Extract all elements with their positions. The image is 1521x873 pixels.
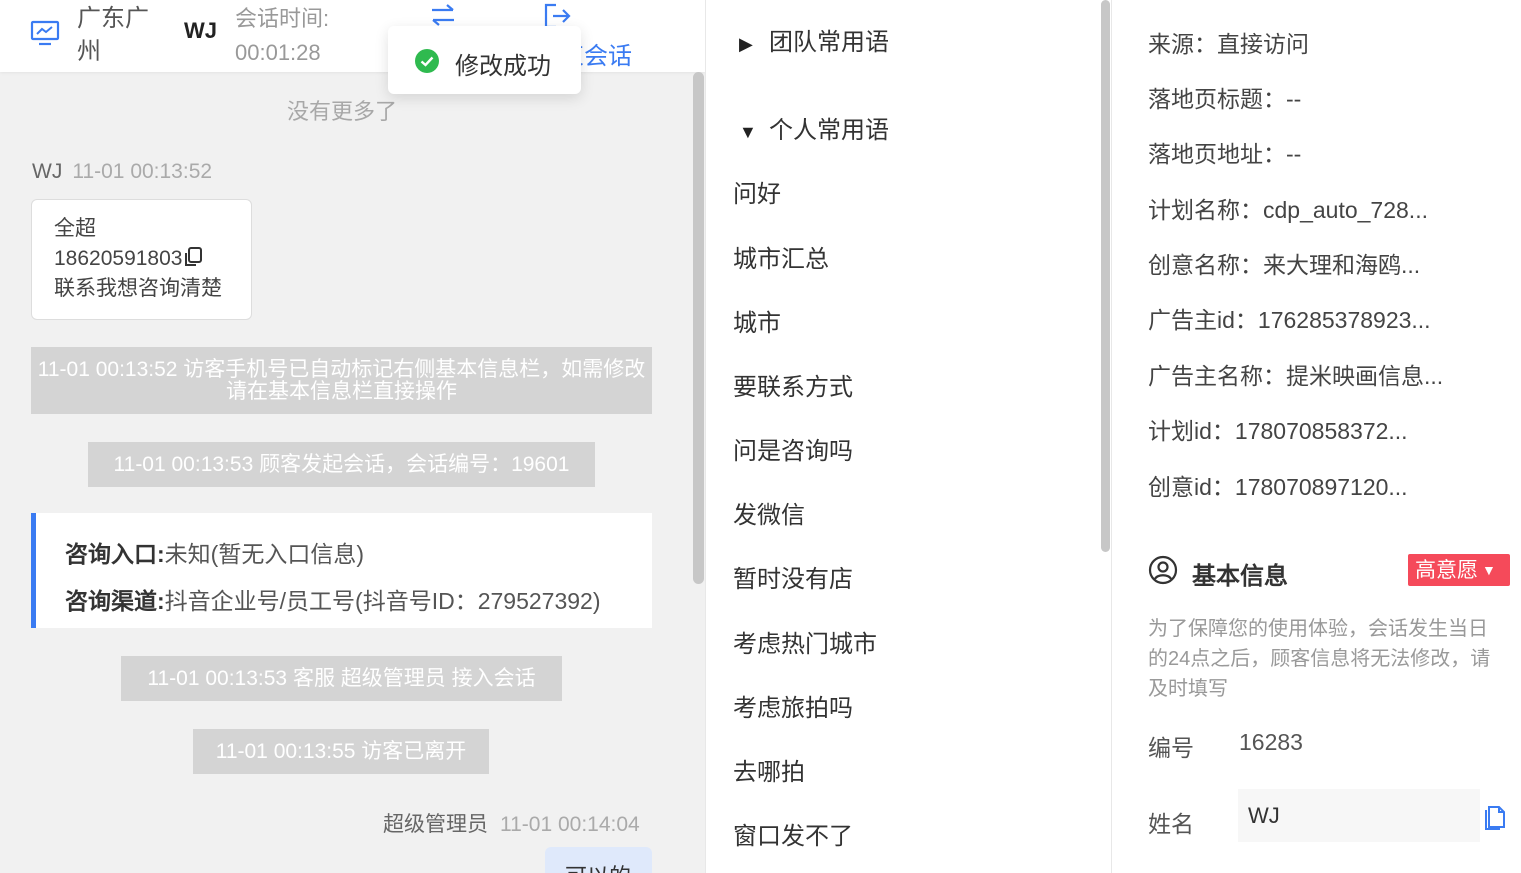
visitor-info-panel: 来源：直接访问 落地页标题：-- 落地页地址：-- 计划名称：cdp_auto_… [1112, 0, 1521, 873]
info-advertiser-name: 广告主名称：提米映画信息... [1148, 363, 1444, 389]
number-value: 16283 [1239, 729, 1303, 755]
info-source: 来源：直接访问 [1148, 31, 1309, 57]
entry-label: 咨询入口: [65, 541, 165, 567]
caret-down-icon: ▼ [739, 122, 757, 142]
caret-right-icon: ▶ [739, 34, 753, 54]
chat-panel: 广东广州 WJ 会话时间: 00:01:28 束会话 修改成功 没有更多了 WJ… [0, 0, 705, 873]
phrase-item[interactable]: 窗口发不了 [733, 816, 853, 851]
phrase-group-personal[interactable]: ▼ 个人常用语 [739, 110, 889, 145]
info-plan-name: 计划名称：cdp_auto_728... [1148, 197, 1428, 223]
name-label: 姓名 [1148, 811, 1194, 837]
info-advertiser-id: 广告主id：176285378923... [1148, 307, 1431, 333]
visitor-message-meta: WJ 11-01 00:13:52 [32, 160, 212, 184]
user-circle-icon [1148, 555, 1178, 585]
phrase-item[interactable]: 城市 [733, 303, 781, 338]
system-message: 11-01 00:13:52 访客手机号已自动标记右侧基本信息栏，如需修改请在基… [31, 347, 652, 414]
phrase-item[interactable]: 发微信 [733, 495, 805, 530]
intent-level-label: 高意愿 [1415, 559, 1478, 582]
phrase-group-label: 个人常用语 [769, 117, 889, 144]
info-landing-url: 落地页地址：-- [1148, 141, 1302, 167]
quick-phrases-panel: ▶ 团队常用语 ▼ 个人常用语 问好 城市汇总 城市 要联系方式 问是咨询吗 发微信… [705, 0, 1112, 873]
copy-icon[interactable] [182, 246, 204, 268]
session-time-value: 00:01:28 [235, 40, 321, 65]
phrase-group-label: 团队常用语 [769, 29, 889, 56]
visitor-name: WJ [184, 18, 217, 43]
message-time: 11-01 00:14:04 [500, 813, 640, 836]
phrase-item[interactable]: 问是咨询吗 [733, 431, 853, 466]
phrase-item[interactable]: 去哪拍 [733, 752, 805, 787]
message-line: 联系我想咨询清楚 [54, 277, 222, 300]
phrases-scrollbar[interactable] [1101, 0, 1110, 552]
document-edit-icon[interactable] [1483, 804, 1507, 830]
phrase-group-team[interactable]: ▶ 团队常用语 [739, 22, 889, 57]
phrase-item[interactable]: 考虑旅拍吗 [733, 688, 853, 723]
number-label: 编号 [1148, 735, 1194, 761]
message-phone: 18620591803 [54, 247, 183, 270]
toast-message: 修改成功 [455, 53, 551, 80]
consult-entry-card: 咨询入口:未知(暂无入口信息) 咨询渠道:抖音企业号/员工号(抖音号ID：279… [31, 513, 652, 628]
transfer-icon[interactable] [428, 2, 458, 28]
channel-value: 抖音企业号/员工号(抖音号ID：279527392) [164, 588, 601, 614]
phrase-item[interactable]: 城市汇总 [733, 239, 829, 274]
info-creative-id: 创意id：178070897120... [1148, 474, 1408, 500]
phrase-item[interactable]: 暂时没有店 [733, 559, 853, 594]
message-sender: WJ [32, 160, 63, 183]
channel-label: 咨询渠道: [65, 588, 165, 614]
phrase-item[interactable]: 问好 [733, 174, 781, 209]
message-line: 全超 [54, 217, 96, 240]
phrase-item[interactable]: 要联系方式 [733, 367, 853, 402]
no-more-messages: 没有更多了 [286, 99, 397, 124]
session-time-label: 会话时间: [235, 6, 330, 31]
visitor-message-bubble: 全超 18620591803 联系我想咨询清楚 [31, 199, 252, 320]
entry-value: 未知(暂无入口信息) [164, 541, 364, 567]
intent-level-dropdown[interactable]: 高意愿 ▼ [1408, 554, 1510, 586]
info-plan-id: 计划id：178070858372... [1148, 418, 1408, 444]
system-message: 11-01 00:13:53 客服 超级管理员 接入会话 [121, 656, 562, 701]
message-sender: 超级管理员 [383, 813, 488, 836]
basic-info-notice: 为了保障您的使用体验，会话发生当日的24点之后，顾客信息将无法修改，请及时填写 [1148, 618, 1491, 700]
system-message: 11-01 00:13:53 顾客发起会话，会话编号：19601 [88, 442, 595, 487]
check-circle-icon [415, 49, 439, 73]
basic-info-title: 基本信息 [1192, 563, 1288, 590]
system-message: 11-01 00:13:55 访客已离开 [193, 729, 489, 774]
phrase-item[interactable]: 考虑热门城市 [733, 624, 877, 659]
success-toast: 修改成功 [388, 26, 581, 94]
agent-message-bubble: 可以的 [545, 847, 652, 873]
monitor-icon [30, 20, 60, 46]
chat-scrollbar[interactable] [693, 72, 704, 584]
visitor-location: 广东广州 [77, 5, 149, 65]
info-landing-title: 落地页标题：-- [1148, 86, 1302, 112]
caret-down-icon: ▼ [1482, 562, 1496, 578]
name-input[interactable] [1238, 789, 1480, 842]
message-time: 11-01 00:13:52 [72, 160, 213, 183]
info-creative-name: 创意名称：来大理和海鸥... [1148, 252, 1421, 278]
chat-header: 广东广州 WJ 会话时间: 00:01:28 束会话 [0, 0, 705, 72]
agent-message-meta: 超级管理员 11-01 00:14:04 [383, 808, 640, 838]
